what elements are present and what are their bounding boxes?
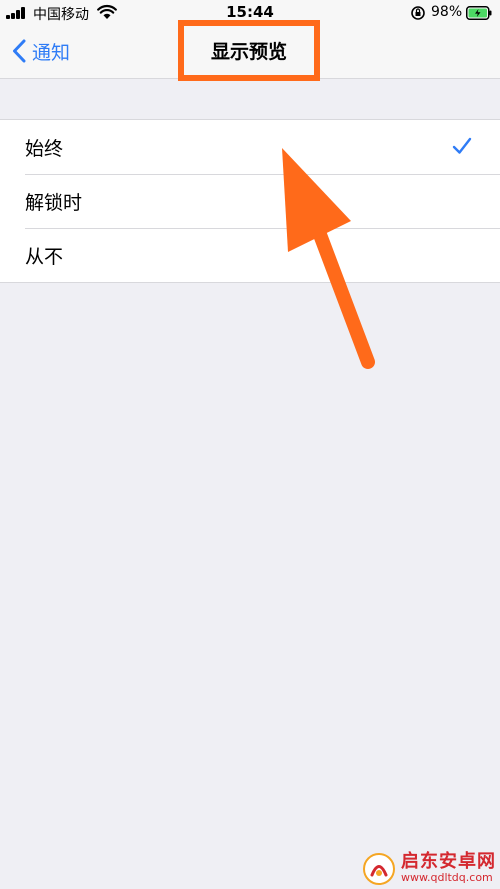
option-label: 解锁时 [25, 191, 83, 214]
option-never[interactable]: 从不 [0, 228, 500, 282]
option-label: 始终 [25, 137, 64, 160]
option-always[interactable]: 始终 [0, 120, 500, 174]
chevron-left-icon [13, 39, 26, 63]
back-label: 通知 [32, 41, 71, 64]
watermark-logo-icon [363, 852, 395, 885]
preview-options-list: 始终 解锁时 从不 [0, 119, 500, 283]
watermark-name: 启东安卓网 [401, 851, 496, 873]
title-highlight-box: 显示预览 [178, 20, 320, 81]
back-button[interactable]: 通知 [12, 36, 70, 66]
option-when-unlocked[interactable]: 解锁时 [0, 174, 500, 228]
rotation-lock-icon [411, 6, 425, 20]
page-title: 显示预览 [210, 41, 287, 63]
option-label: 从不 [25, 245, 64, 268]
checkmark-icon [452, 137, 472, 154]
watermark: 启东安卓网 www.qdltdq.com [362, 848, 500, 889]
watermark-url: www.qdltdq.com [401, 871, 493, 885]
battery-percentage: 98% [431, 4, 463, 20]
battery-charging-icon [466, 6, 492, 20]
